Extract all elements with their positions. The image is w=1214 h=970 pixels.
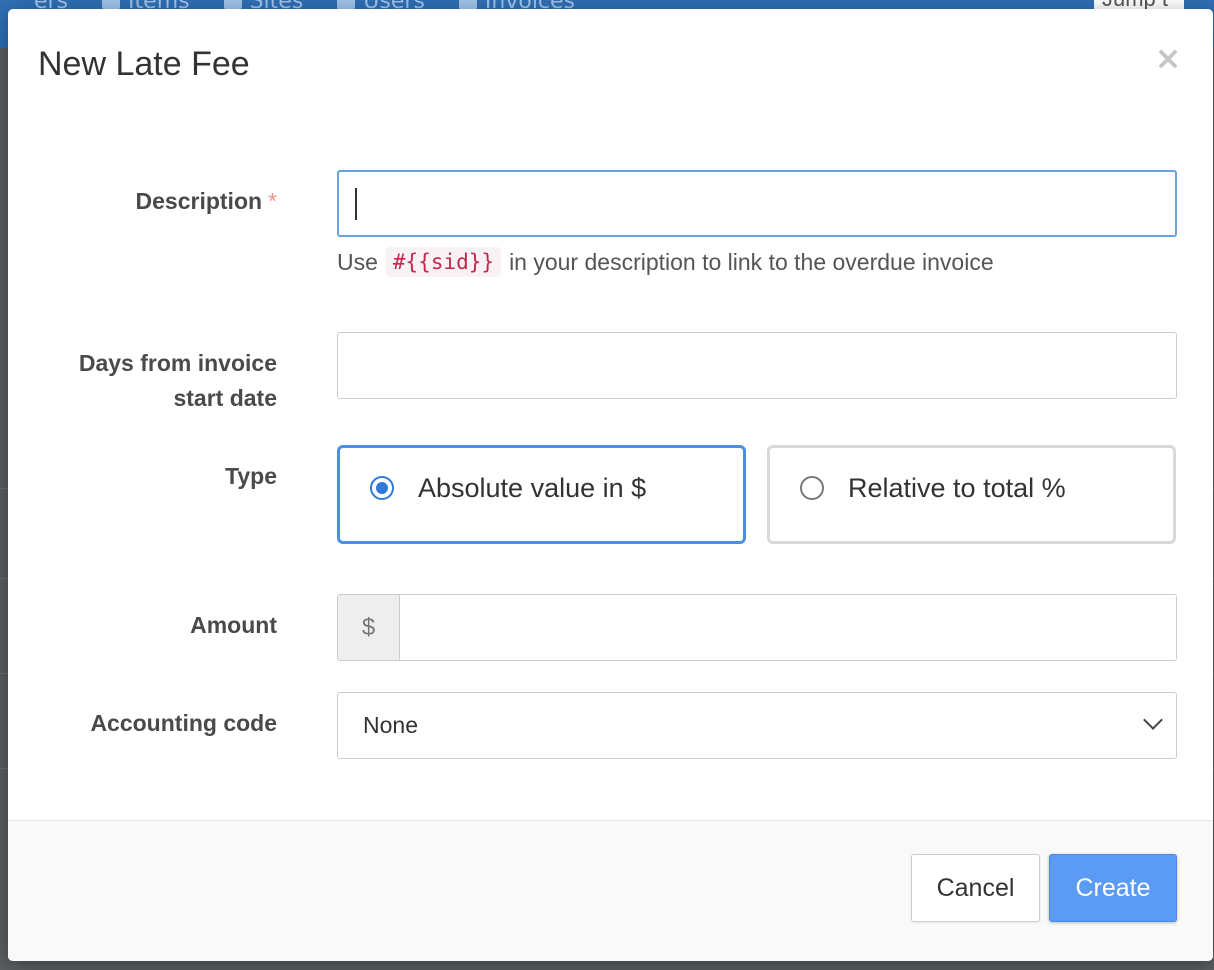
type-option-label: Relative to total % bbox=[848, 473, 1066, 503]
accounting-code-value: None bbox=[363, 712, 418, 738]
accounting-code-select[interactable]: None bbox=[337, 692, 1177, 759]
days-label: Days from invoice start date bbox=[78, 350, 277, 411]
currency-addon: $ bbox=[338, 595, 400, 660]
required-marker: * bbox=[268, 188, 277, 214]
radio-checked-icon[interactable] bbox=[370, 476, 394, 500]
accounting-code-label: Accounting code bbox=[90, 710, 277, 736]
create-button[interactable]: Create bbox=[1049, 854, 1177, 922]
days-input[interactable] bbox=[337, 332, 1177, 399]
type-option-absolute[interactable]: Absolute value in $ bbox=[337, 445, 746, 544]
type-option-label: Absolute value in $ bbox=[418, 473, 647, 503]
amount-input-group: $ bbox=[337, 594, 1177, 661]
close-icon[interactable]: × bbox=[1153, 39, 1183, 77]
text-caret bbox=[355, 188, 357, 220]
chevron-down-icon bbox=[1143, 710, 1163, 730]
description-help-text: Use #{{sid}} in your description to link… bbox=[337, 247, 994, 277]
modal-footer: Cancel Create bbox=[8, 820, 1213, 961]
description-label: Description * bbox=[135, 188, 277, 214]
type-label: Type bbox=[225, 463, 277, 489]
amount-input[interactable] bbox=[400, 595, 1176, 660]
cancel-button[interactable]: Cancel bbox=[911, 854, 1040, 922]
description-input[interactable] bbox=[337, 170, 1177, 237]
radio-unchecked-icon[interactable] bbox=[800, 476, 824, 500]
amount-label: Amount bbox=[190, 612, 277, 638]
modal-title: New Late Fee bbox=[38, 45, 250, 83]
type-option-relative[interactable]: Relative to total % bbox=[767, 445, 1176, 544]
sid-code-snippet: #{{sid}} bbox=[385, 247, 502, 277]
new-late-fee-modal: New Late Fee × Description * Use #{{sid}}… bbox=[8, 9, 1213, 961]
